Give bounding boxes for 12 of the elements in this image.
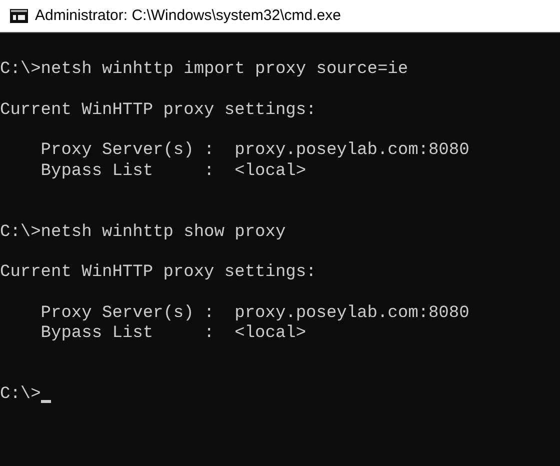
console-line: Bypass List : <local> <box>40 162 306 182</box>
text-cursor <box>40 400 51 404</box>
window-title: Administrator: C:\Windows\system32\cmd.exe <box>35 6 341 26</box>
console-icon <box>10 9 28 23</box>
console-line: C:\>netsh winhttp show proxy <box>0 222 286 243</box>
console-line: Current WinHTTP proxy settings: <box>0 100 316 122</box>
console-line: Proxy Server(s) : proxy.poseylab.com:8080 <box>40 304 470 324</box>
console-line: Bypass List : <local> <box>40 324 306 344</box>
console-line: Current WinHTTP proxy settings: <box>0 263 316 284</box>
console-line: C:\>netsh winhttp import proxy source=ie <box>0 60 408 81</box>
console-prompt: C:\> <box>0 385 41 406</box>
console-line: Proxy Server(s) : proxy.poseylab.com:8080 <box>40 141 470 162</box>
